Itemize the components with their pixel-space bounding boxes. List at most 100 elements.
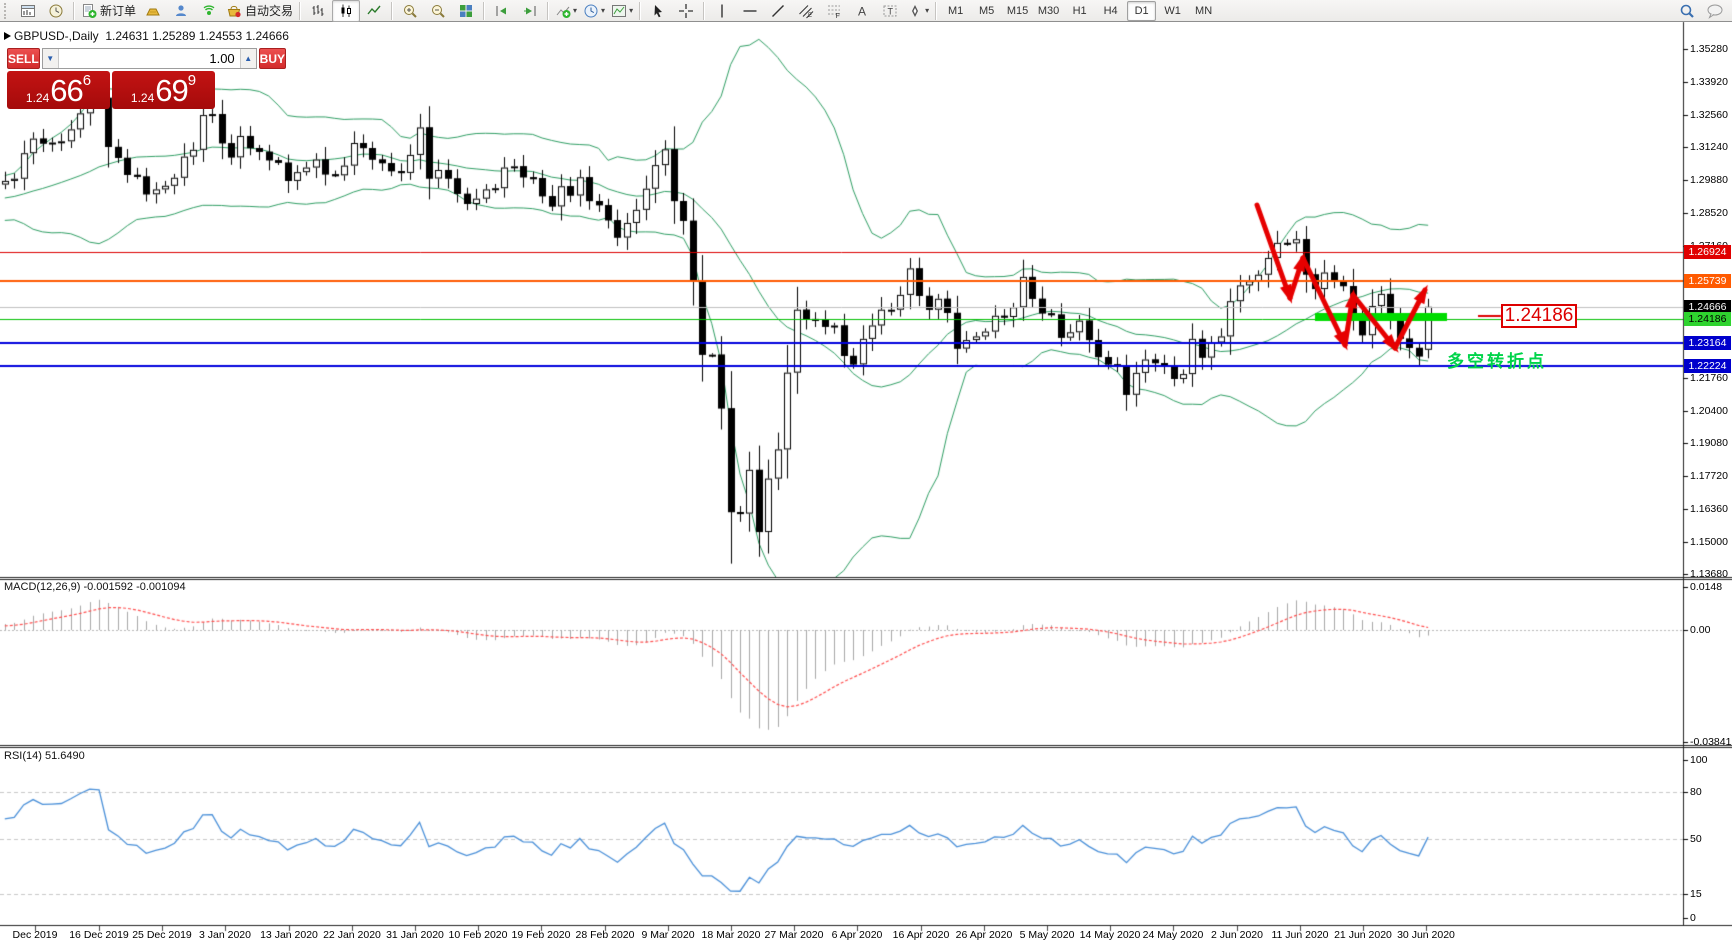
trendline-icon — [772, 4, 785, 17]
bar-chart-icon — [312, 4, 324, 16]
price-axis-tick: 1.21760 — [1690, 371, 1728, 384]
toolbar-grip — [4, 2, 11, 19]
indicators-icon — [556, 6, 571, 18]
ask-price-sup: 9 — [187, 72, 197, 89]
timeframe-button-h1[interactable]: H1 — [1065, 1, 1094, 21]
ask-price-panel[interactable]: 1.24 69 9 — [112, 71, 215, 109]
periods-button[interactable]: ▾ — [580, 0, 608, 22]
volume-input[interactable] — [58, 49, 240, 68]
rsi-axis-tick: 100 — [1690, 754, 1708, 766]
macd-axis-tick: 0.00 — [1690, 623, 1711, 636]
sell-button[interactable]: SELL — [7, 48, 40, 69]
text-label-icon: T — [883, 5, 897, 16]
search-button[interactable] — [1673, 0, 1701, 22]
templates-button[interactable]: ▾ — [608, 0, 636, 22]
zoom-out-button[interactable] — [424, 0, 452, 22]
equidistant-channel-tool[interactable]: E — [792, 0, 820, 22]
chart-window-icon — [21, 4, 35, 17]
price-annotation-box[interactable]: 1.24186 — [1501, 304, 1577, 328]
volume-decrease-button[interactable]: ▼ — [42, 49, 59, 68]
trendline-tool[interactable] — [764, 0, 792, 22]
timeframe-button-mn[interactable]: MN — [1189, 1, 1218, 21]
rsi-axis-tick: 80 — [1690, 785, 1702, 798]
zoom-in-button[interactable] — [396, 0, 424, 22]
toolbar-separator — [299, 1, 302, 20]
channel-icon: E — [799, 4, 814, 19]
signal-icon — [203, 4, 215, 15]
text-label-tool[interactable]: T — [876, 0, 904, 22]
toolbar-separator — [547, 1, 550, 20]
bar-chart-button[interactable] — [304, 0, 332, 22]
chart-window-marker-icon — [4, 32, 11, 40]
toolbar-separator — [73, 1, 75, 20]
toolbar-separator — [703, 1, 706, 20]
price-axis-tick: 1.33920 — [1690, 76, 1728, 89]
turning-point-annotation: 多空转折点 — [1447, 352, 1547, 371]
volume-control: ▼ ▲ — [41, 48, 257, 69]
autotrading-button[interactable]: 自动交易 — [223, 0, 296, 22]
price-badge: 1.26924 — [1684, 245, 1731, 260]
arrows-tool[interactable]: ▾ — [904, 0, 932, 22]
timeframe-button-d1[interactable]: D1 — [1127, 0, 1157, 21]
history-center-button[interactable] — [139, 0, 167, 22]
template-icon — [612, 4, 627, 17]
ask-price-small: 1.24 — [130, 91, 155, 105]
signals-button[interactable] — [195, 0, 223, 22]
price-badge: 1.22224 — [1684, 359, 1731, 374]
chart-shift-icon — [524, 5, 536, 16]
volume-increase-button[interactable]: ▲ — [239, 49, 256, 68]
macd-indicator-label: MACD(12,26,9) -0.001592 -0.001094 — [4, 581, 186, 593]
chart-shift-button[interactable] — [516, 0, 544, 22]
timeframe-button-h4[interactable]: H4 — [1096, 1, 1125, 21]
horizontal-line-tool[interactable] — [736, 0, 764, 22]
dropdown-caret-icon: ▾ — [925, 6, 930, 15]
rsi-axis-tick: 50 — [1690, 833, 1702, 845]
price-axis-tick: 1.16360 — [1690, 502, 1728, 515]
line-chart-button[interactable] — [360, 0, 388, 22]
crosshair-button[interactable] — [672, 0, 700, 22]
price-badge: 1.23164 — [1684, 336, 1731, 351]
candlestick-chart-button[interactable] — [332, 0, 361, 22]
price-axis-tick: 1.13680 — [1690, 567, 1728, 580]
community-chat-button[interactable] — [1701, 0, 1729, 22]
symbol-ohlc-title: GBPUSD-,Daily 1.24631 1.25289 1.24553 1.… — [14, 29, 289, 43]
vertical-line-tool[interactable] — [708, 0, 736, 22]
tile-windows-icon — [460, 4, 473, 17]
zoom-in-icon — [404, 4, 417, 18]
timeframe-button-m30[interactable]: M30 — [1034, 1, 1063, 21]
auto-scroll-button[interactable] — [488, 0, 516, 22]
periods-clock-icon — [584, 4, 598, 17]
one-click-trading-panel: SELL ▼ ▲ BUY 1.24666 1.24699 — [7, 48, 287, 109]
profiles-button[interactable] — [42, 0, 70, 22]
timeframe-button-m1[interactable]: M1 — [941, 1, 970, 21]
svg-text:A: A — [858, 4, 866, 18]
rsi-indicator-label: RSI(14) 51.6490 — [4, 750, 85, 762]
timeframe-button-m15[interactable]: M15 — [1003, 1, 1032, 21]
buy-button[interactable]: BUY — [258, 48, 287, 69]
candlestick-icon — [341, 4, 352, 17]
indicators-button[interactable]: ▾ — [552, 0, 580, 22]
expert-advisor-button[interactable] — [167, 0, 195, 22]
timeframe-group: M1 M5 M15 M30 H1 H4 D1 W1 MN — [940, 0, 1219, 21]
price-axis-tick: 1.19080 — [1690, 436, 1728, 449]
arrows-icon — [912, 4, 919, 17]
bid-price-panel[interactable]: 1.24 66 6 — [7, 71, 110, 109]
timeframe-button-w1[interactable]: W1 — [1158, 1, 1187, 21]
tile-windows-button[interactable] — [452, 0, 480, 22]
vertical-line-icon — [721, 4, 723, 17]
fibonacci-tool[interactable]: F — [820, 0, 848, 22]
text-tool[interactable]: A — [848, 0, 876, 22]
date-axis-label: 30 Jun 2020 — [1397, 929, 1455, 941]
price-badge: 1.25739 — [1684, 273, 1731, 288]
chart-canvas[interactable] — [0, 0, 1732, 942]
new-order-button[interactable]: 新订单 — [78, 0, 139, 22]
fibonacci-icon: F — [828, 5, 841, 19]
new-chart-button[interactable] — [14, 0, 42, 22]
toolbar-separator — [935, 1, 938, 20]
cursor-button[interactable] — [644, 0, 672, 22]
horizontal-line-icon — [743, 9, 757, 12]
expert-icon — [176, 4, 187, 16]
price-axis-tick: 1.35280 — [1690, 42, 1728, 55]
zoom-out-icon — [432, 4, 445, 18]
timeframe-button-m5[interactable]: M5 — [972, 1, 1001, 21]
